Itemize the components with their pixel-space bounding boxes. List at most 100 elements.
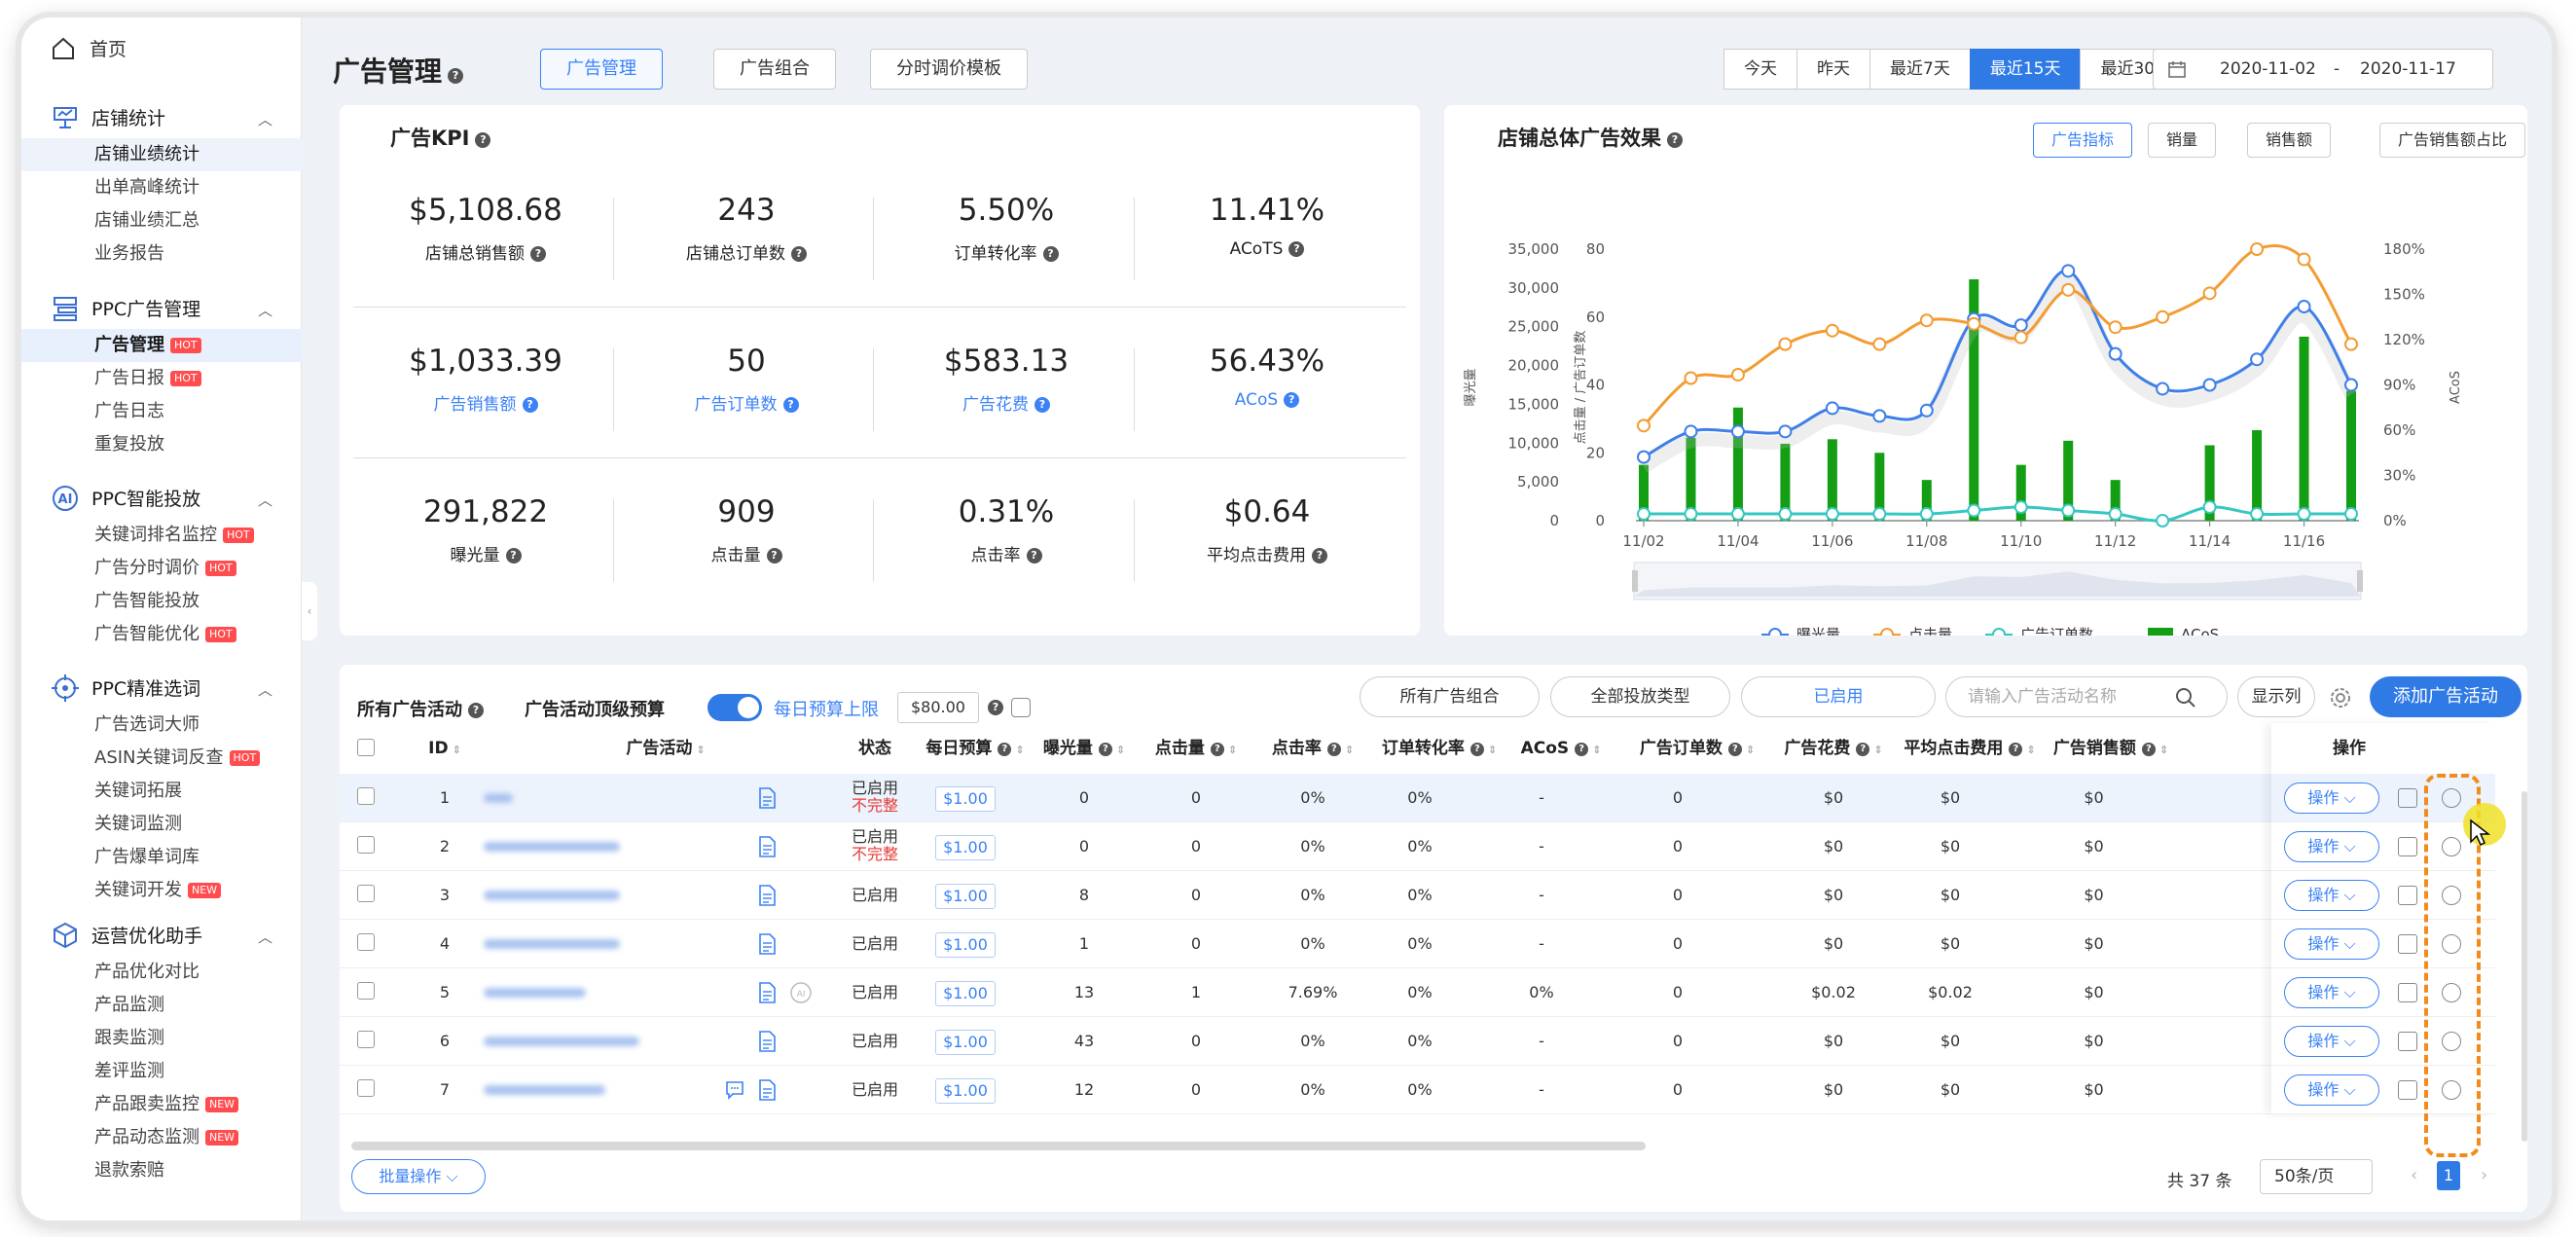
column-header[interactable]: ACoS? ⇕	[1507, 723, 1615, 774]
cell-budget[interactable]: $1.00	[922, 1066, 1009, 1114]
settings-clock-icon[interactable]	[1011, 698, 1031, 717]
sidebar-group-header[interactable]: AI PPC智能投放 ︿	[21, 476, 302, 519]
document-icon[interactable]	[756, 835, 778, 858]
sidebar-item[interactable]: 产品跟卖监控 NEW	[21, 1088, 302, 1121]
help-icon[interactable]: ?	[1098, 743, 1112, 756]
column-header[interactable]: ID ⇕	[425, 723, 464, 774]
sidebar-group-header[interactable]: PPC广告管理 ︿	[21, 286, 302, 329]
sidebar-item[interactable]: 广告分时调价 HOT	[21, 552, 302, 585]
chevron-up-icon[interactable]: ︿	[258, 679, 272, 700]
sort-icon[interactable]: ⇕	[453, 744, 461, 756]
sidebar-item[interactable]: 重复投放	[21, 428, 302, 461]
ai-icon[interactable]: AI	[789, 981, 813, 1004]
sort-icon[interactable]: ⇕	[696, 744, 705, 756]
column-header[interactable]: 平均点击费用? ⇕	[1897, 723, 2043, 774]
help-icon[interactable]: ?	[505, 548, 522, 564]
sort-icon[interactable]: ⇕	[1488, 744, 1497, 756]
cell-budget[interactable]: $1.00	[922, 1017, 1009, 1066]
page-size-select[interactable]: 50条/页	[2260, 1159, 2373, 1194]
help-icon[interactable]: ?	[475, 132, 491, 148]
budget-value[interactable]: $1.00	[935, 834, 996, 860]
help-icon[interactable]: ?	[1326, 743, 1341, 756]
sort-icon[interactable]: ⇕	[1345, 744, 1354, 756]
chevron-up-icon[interactable]: ︿	[258, 300, 272, 320]
help-icon[interactable]: ?	[448, 68, 464, 84]
chart-icon[interactable]	[2398, 788, 2417, 808]
tab-dayparting-template[interactable]: 分时调价模板	[870, 49, 1028, 90]
show-columns-button[interactable]: 显示列	[2237, 676, 2315, 717]
filter-portfolio[interactable]: 所有广告组合	[1360, 676, 1540, 717]
help-icon[interactable]: ?	[998, 743, 1012, 756]
horizontal-scrollbar[interactable]	[351, 1142, 1646, 1150]
chart-icon[interactable]	[2398, 1080, 2417, 1100]
row-checkbox[interactable]	[357, 885, 375, 902]
select-all-checkbox[interactable]	[357, 739, 375, 756]
cell-budget[interactable]: $1.00	[922, 871, 1009, 920]
sort-icon[interactable]: ⇕	[1592, 744, 1601, 756]
document-icon[interactable]	[756, 1078, 778, 1102]
sidebar-item[interactable]: 广告日志	[21, 395, 302, 428]
document-icon[interactable]	[756, 884, 778, 907]
sidebar-item[interactable]: 关键词排名监控 HOT	[21, 519, 302, 552]
chart-icon[interactable]	[2398, 983, 2417, 1002]
cell-budget[interactable]: $1.00	[922, 774, 1009, 822]
campaign-name-link[interactable]	[484, 793, 513, 803]
document-icon[interactable]	[756, 981, 778, 1004]
table-row[interactable]: 4 已启用 $1.00 1 0 0% 0% - 0 $0 $0 $0 操作 ⌵	[340, 920, 2495, 968]
row-checkbox[interactable]	[357, 1031, 375, 1048]
chart-icon[interactable]	[2398, 934, 2417, 954]
sort-icon[interactable]: ⇕	[2026, 744, 2035, 756]
sidebar-item[interactable]: 产品监测	[21, 989, 302, 1022]
budget-value[interactable]: $1.00	[935, 1029, 996, 1055]
sidebar-item[interactable]: 广告爆单词库	[21, 841, 302, 874]
budget-value[interactable]: $1.00	[935, 931, 996, 958]
sidebar-item[interactable]: 广告管理 HOT	[21, 329, 302, 362]
column-header[interactable]: 订单转化率? ⇕	[1376, 723, 1503, 774]
top-budget-toggle[interactable]	[707, 694, 762, 721]
chevron-up-icon[interactable]: ︿	[258, 927, 272, 947]
chevron-up-icon[interactable]: ︿	[258, 109, 272, 129]
sidebar-item[interactable]: 关键词拓展	[21, 775, 302, 808]
sidebar-item[interactable]: 店铺业绩汇总	[21, 204, 302, 237]
prev-page-button[interactable]: ‹	[2411, 1165, 2417, 1185]
sidebar-item[interactable]: 广告智能投放	[21, 585, 302, 618]
table-row[interactable]: 6 已启用 $1.00 43 0 0% 0% - 0 $0 $0 $0 操作 ⌵	[340, 1017, 2495, 1066]
help-icon[interactable]: ?	[1026, 548, 1042, 564]
column-header[interactable]: 广告花费? ⇕	[1775, 723, 1892, 774]
column-header[interactable]: 点击率? ⇕	[1264, 723, 1361, 774]
tab-ad-management[interactable]: 广告管理	[540, 49, 663, 90]
sort-icon[interactable]: ⇕	[1228, 744, 1237, 756]
page-number-current[interactable]: 1	[2437, 1161, 2460, 1190]
sidebar-group-header[interactable]: 店铺统计 ︿	[21, 95, 302, 138]
sidebar-item[interactable]: 关键词监测	[21, 808, 302, 841]
budget-value[interactable]: $1.00	[935, 785, 996, 812]
column-header[interactable]: 每日预算? ⇕	[922, 723, 1029, 774]
help-icon[interactable]: ?	[1284, 392, 1300, 408]
table-row[interactable]: 5 AI 已启用 $1.00 13 1 7.69% 0% 0% 0 $0.02 $0.02 $0 操作 ⌵	[340, 968, 2495, 1017]
sidebar-item[interactable]: 差评监测	[21, 1055, 302, 1088]
help-icon[interactable]: ?	[1034, 397, 1050, 413]
operate-button[interactable]: 操作 ⌵	[2284, 928, 2379, 960]
campaign-name-link[interactable]	[484, 891, 620, 900]
help-icon[interactable]: ?	[1856, 743, 1870, 756]
sidebar-home[interactable]: 首页	[51, 35, 127, 61]
column-header[interactable]: 广告订单数? ⇕	[1629, 723, 1765, 774]
sidebar-item[interactable]: 广告日报 HOT	[21, 362, 302, 395]
filter-targeting-type[interactable]: 全部投放类型	[1550, 676, 1730, 717]
sort-icon[interactable]: ⇕	[1746, 744, 1755, 756]
campaign-name-link[interactable]	[484, 842, 620, 852]
kpi-label[interactable]: 广告订单数?	[615, 390, 878, 415]
help-icon[interactable]: ?	[1469, 743, 1484, 756]
help-icon[interactable]: ?	[1288, 241, 1305, 257]
help-icon[interactable]: ?	[1042, 246, 1059, 262]
campaign-name-link[interactable]	[484, 1037, 639, 1046]
column-header[interactable]: 曝光量? ⇕	[1031, 723, 1138, 774]
campaign-name-link[interactable]	[484, 939, 620, 949]
kpi-label[interactable]: 广告花费?	[875, 390, 1138, 415]
gear-icon[interactable]	[2327, 684, 2354, 711]
sort-icon[interactable]: ⇕	[2159, 744, 2168, 756]
chevron-up-icon[interactable]: ︿	[258, 490, 272, 510]
row-checkbox[interactable]	[357, 933, 375, 951]
cell-budget[interactable]: $1.00	[922, 822, 1009, 871]
bulk-action-button[interactable]: 批量操作 ⌵	[351, 1159, 486, 1194]
